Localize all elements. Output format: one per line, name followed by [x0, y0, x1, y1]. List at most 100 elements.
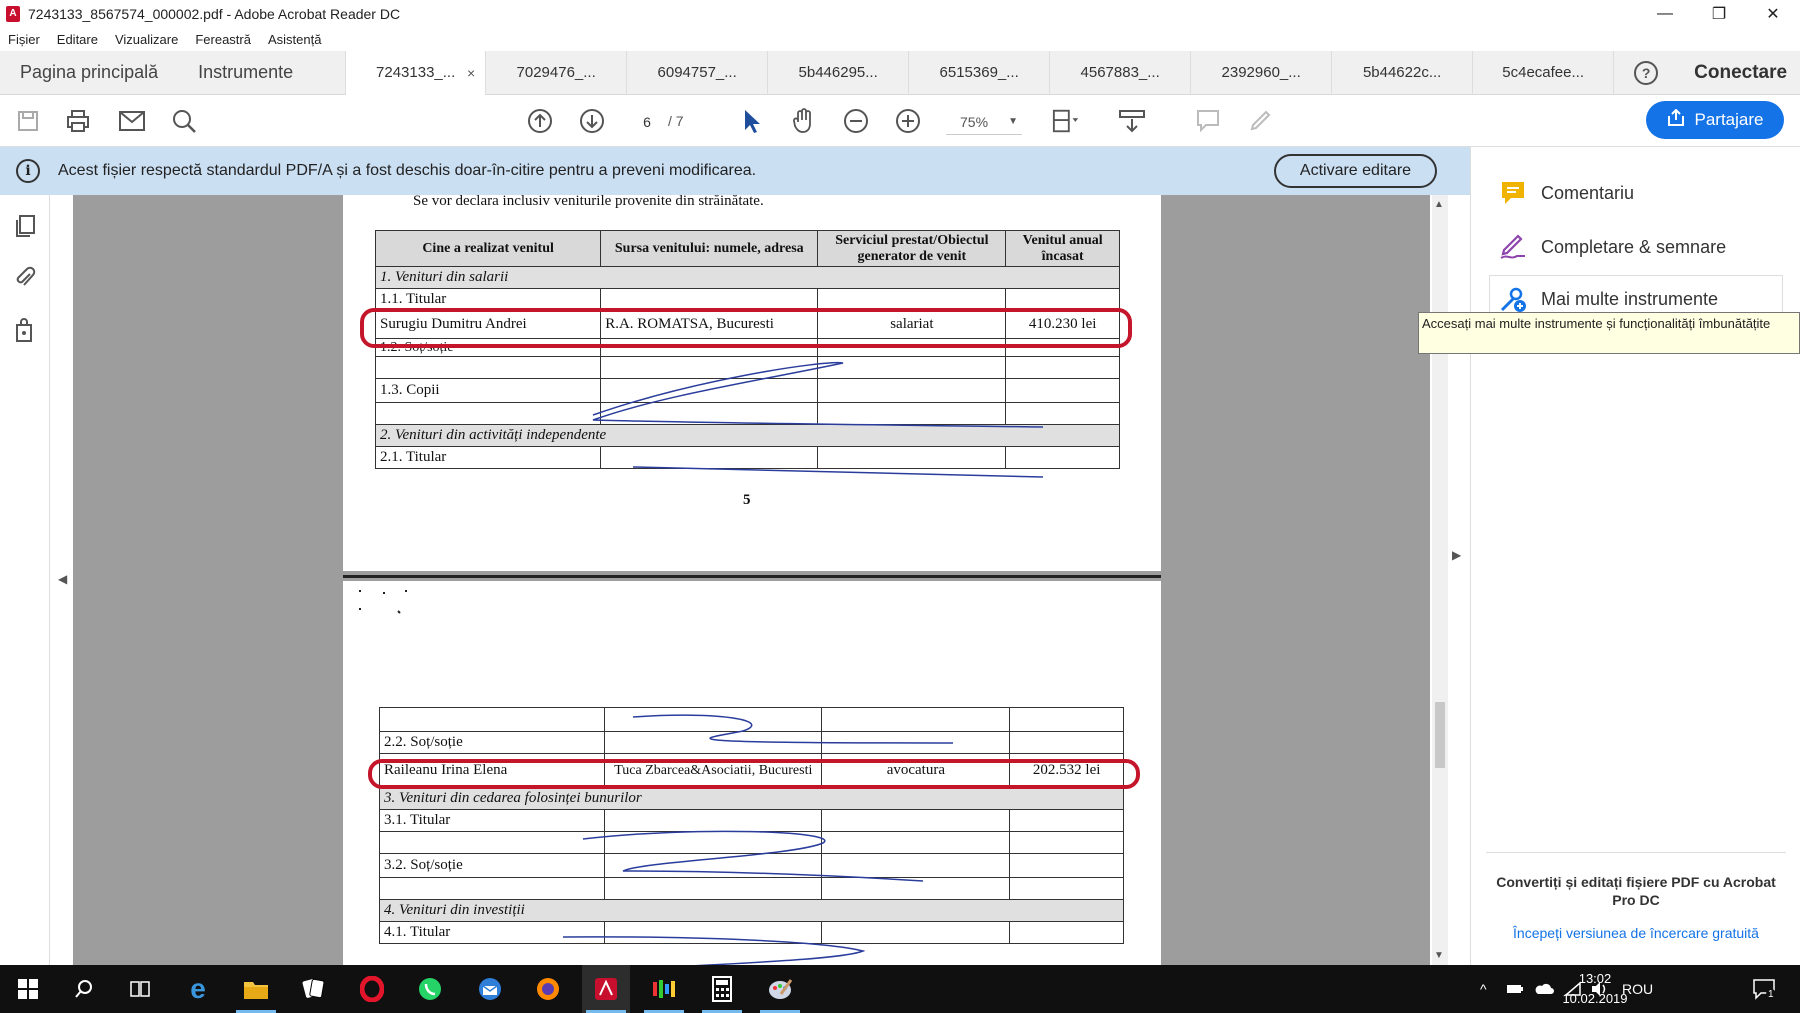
- doc-tab-label: 5c4ecafee...: [1502, 64, 1584, 81]
- doc-tab[interactable]: 6094757_...: [627, 50, 769, 95]
- document-view[interactable]: Se vor declara inclusiv veniturile prove…: [73, 195, 1430, 965]
- standards-icon[interactable]: [12, 317, 38, 343]
- minimize-button[interactable]: —: [1638, 0, 1692, 27]
- show-hidden-icons-icon[interactable]: ^: [1480, 965, 1487, 1013]
- doc-tab[interactable]: 7029476_...: [486, 50, 628, 95]
- file-explorer-icon[interactable]: [232, 965, 280, 1013]
- toolbar: 6 / 7 75% ▼ Partajare: [0, 95, 1800, 147]
- info-message: Acest fișier respectă standardul PDF/A ș…: [58, 162, 757, 179]
- chevron-down-icon: ▼: [1008, 116, 1018, 127]
- tab-bar: Pagina principală Instrumente 7243133_..…: [0, 50, 1800, 95]
- battery-icon[interactable]: [1506, 965, 1524, 1013]
- doc-tab[interactable]: 7243133_... ×: [345, 50, 487, 95]
- tool-comment[interactable]: Comentariu: [1499, 173, 1634, 213]
- email-icon[interactable]: [118, 107, 146, 135]
- page-thumbnails-icon[interactable]: [12, 213, 38, 239]
- fit-page-icon[interactable]: [1052, 107, 1080, 135]
- menu-bar: Fișier Editare Vizualizare Fereastră Asi…: [0, 27, 1800, 51]
- zoom-in-icon[interactable]: [894, 107, 922, 135]
- clock-time: 13:02: [1578, 971, 1612, 986]
- tool-label: Mai multe instrumente: [1541, 288, 1719, 309]
- readonly-info-bar: i Acest fișier respectă standardul PDF/A…: [0, 147, 1470, 195]
- info-icon: i: [16, 159, 40, 183]
- enable-editing-button[interactable]: Activare editare: [1274, 154, 1437, 188]
- share-button[interactable]: Partajare: [1646, 101, 1784, 139]
- solitaire-icon[interactable]: [290, 965, 338, 1013]
- menu-window[interactable]: Fereastră: [195, 32, 251, 47]
- vertical-scrollbar[interactable]: ▲ ▼: [1432, 195, 1448, 965]
- print-icon[interactable]: [64, 107, 92, 135]
- doc-tab-label: 7243133_...: [376, 64, 456, 81]
- doc-tab-label: 6094757_...: [657, 64, 737, 81]
- pdf-page: Se vor declara inclusiv veniturile prove…: [343, 195, 1161, 571]
- opera-icon[interactable]: [348, 965, 396, 1013]
- zoom-value: 75%: [960, 114, 989, 130]
- scroll-up-icon[interactable]: ▲: [1434, 199, 1444, 210]
- prev-page-icon[interactable]: [526, 107, 554, 135]
- close-window-button[interactable]: ✕: [1746, 0, 1800, 27]
- share-label: Partajare: [1694, 110, 1764, 129]
- scroll-down-icon[interactable]: ▼: [1434, 950, 1444, 961]
- close-tab-icon[interactable]: ×: [467, 65, 475, 81]
- restore-button[interactable]: ❐: [1692, 0, 1746, 27]
- clock-date: 10.02.2019: [1562, 991, 1628, 1006]
- comment-icon: [1499, 179, 1527, 207]
- scroll-mode-icon[interactable]: [1118, 107, 1146, 135]
- doc-tab[interactable]: 4567883_...: [1050, 50, 1192, 95]
- next-page-icon[interactable]: [578, 107, 606, 135]
- paint-icon[interactable]: [756, 965, 804, 1013]
- expand-right-pane-icon[interactable]: ▶: [1452, 548, 1461, 562]
- menu-edit[interactable]: Editare: [57, 32, 98, 47]
- hand-tool-icon[interactable]: [790, 107, 818, 135]
- doc-tab-label: 7029476_...: [516, 64, 596, 81]
- page-number-input[interactable]: 6: [630, 109, 664, 133]
- menu-help[interactable]: Asistență: [268, 32, 321, 47]
- clock[interactable]: 13:02 10.02.2019: [1550, 969, 1640, 1009]
- search-icon[interactable]: [60, 965, 108, 1013]
- page-number-label: 5: [743, 492, 751, 508]
- tool-fill-sign[interactable]: Completare & semnare: [1499, 227, 1726, 267]
- scrollbar-thumb[interactable]: [1435, 702, 1445, 768]
- acrobat-icon[interactable]: [582, 965, 630, 1013]
- red-highlight-oval: [360, 308, 1132, 348]
- calculator-icon[interactable]: [698, 965, 746, 1013]
- more-tools-tooltip: Accesați mai multe instrumente și funcți…: [1418, 312, 1800, 354]
- menu-view[interactable]: Vizualizare: [115, 32, 178, 47]
- acrobat-pro-promo: Convertiți și editați fișiere PDF cu Acr…: [1486, 852, 1786, 909]
- share-icon: [1667, 108, 1685, 132]
- connect-button[interactable]: Conectare: [1694, 62, 1787, 84]
- doc-tab[interactable]: 5b44622c...: [1332, 50, 1474, 95]
- whatsapp-icon[interactable]: [406, 965, 454, 1013]
- help-icon[interactable]: ?: [1634, 60, 1659, 85]
- select-tool-icon[interactable]: [738, 107, 766, 135]
- tab-tools[interactable]: Instrumente: [178, 51, 313, 95]
- firefox-icon[interactable]: [524, 965, 572, 1013]
- free-trial-link[interactable]: Începeți versiunea de încercare gratuită: [1486, 925, 1786, 941]
- doc-tab-label: 5b446295...: [798, 64, 878, 81]
- notification-count: 1: [1766, 988, 1776, 1000]
- highlight-icon[interactable]: [1246, 107, 1274, 135]
- comment-icon[interactable]: [1194, 107, 1222, 135]
- doc-tab-label: 2392960_...: [1221, 64, 1301, 81]
- media-icon[interactable]: [640, 965, 688, 1013]
- collapse-left-pane-icon[interactable]: ◀: [58, 572, 67, 586]
- tab-home[interactable]: Pagina principală: [0, 51, 178, 95]
- doc-tab[interactable]: 6515369_...: [909, 50, 1051, 95]
- doc-tab[interactable]: 5b446295...: [768, 50, 910, 95]
- windows-start-icon[interactable]: [4, 965, 52, 1013]
- search-icon[interactable]: [170, 107, 198, 135]
- action-center-icon[interactable]: 1: [1752, 965, 1776, 1013]
- save-icon[interactable]: [14, 107, 42, 135]
- thunderbird-icon[interactable]: [466, 965, 514, 1013]
- doc-tab[interactable]: 5c4ecafee...: [1473, 50, 1615, 95]
- menu-file[interactable]: Fișier: [8, 32, 40, 47]
- zoom-select[interactable]: 75% ▼: [946, 109, 1022, 135]
- left-navigation-pane: [0, 195, 50, 965]
- zoom-out-icon[interactable]: [842, 107, 870, 135]
- task-view-icon[interactable]: [116, 965, 164, 1013]
- tools-pane: Comentariu Completare & semnare Mai mult…: [1470, 147, 1800, 965]
- edge-icon[interactable]: e: [174, 965, 222, 1013]
- doc-tab-label: 6515369_...: [939, 64, 1019, 81]
- doc-tab[interactable]: 2392960_...: [1191, 50, 1333, 95]
- attachments-icon[interactable]: [12, 265, 38, 291]
